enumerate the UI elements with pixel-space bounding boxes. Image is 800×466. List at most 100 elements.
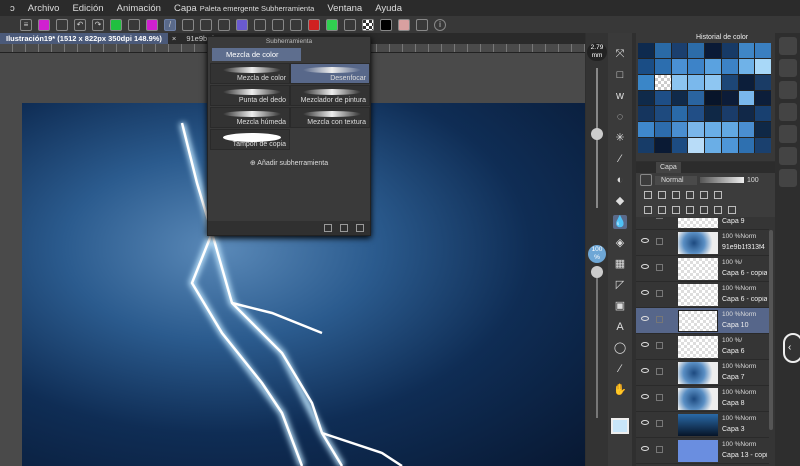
layer-checkbox[interactable] — [656, 368, 663, 375]
page-icon[interactable] — [416, 18, 428, 31]
subtool-mezclador-de-pintura[interactable]: Mezclador de pintura — [290, 85, 370, 106]
grid-icon[interactable] — [254, 18, 266, 31]
transparent-icon[interactable] — [362, 18, 374, 31]
color-history-swatch[interactable] — [688, 43, 704, 58]
text-tool-icon[interactable]: A — [613, 320, 627, 334]
layer-row[interactable]: 100 %Norm Capa 8 — [636, 386, 769, 412]
color-history-swatch[interactable] — [755, 58, 771, 74]
color-history-swatch[interactable] — [721, 122, 738, 138]
color-history-swatch[interactable] — [671, 90, 688, 106]
mask-enable-icon[interactable] — [714, 190, 722, 199]
camera-icon[interactable] — [56, 18, 68, 31]
blend-tool-icon[interactable]: 💧 — [613, 215, 627, 229]
flip-icon[interactable] — [290, 18, 302, 31]
color-history-swatch[interactable] — [671, 58, 688, 74]
layer-opacity-slider[interactable] — [700, 177, 744, 183]
color-history-swatch[interactable] — [721, 74, 738, 90]
layer-row[interactable]: 100 %Norm Capa 10 — [636, 308, 769, 334]
color-history-swatch[interactable] — [671, 106, 688, 122]
color-history-swatch[interactable] — [705, 90, 721, 106]
color-history-swatch[interactable] — [638, 58, 654, 74]
merge-icon[interactable] — [700, 205, 708, 214]
fill-icon[interactable] — [146, 18, 158, 31]
layer-mask-icon[interactable] — [714, 205, 722, 214]
color-history-swatch[interactable] — [688, 106, 704, 122]
eye-icon[interactable] — [641, 368, 649, 373]
color-history-swatch[interactable] — [738, 58, 755, 74]
layer-row[interactable]: Capa 9 — [636, 218, 769, 230]
color-history-swatch[interactable] — [755, 122, 771, 138]
menu-ayuda[interactable]: Ayuda — [375, 3, 402, 14]
undo-icon[interactable]: ↶ — [74, 18, 86, 31]
color-history-swatch[interactable] — [755, 106, 771, 122]
layer-checkbox[interactable] — [656, 446, 663, 453]
eye-icon[interactable] — [641, 238, 649, 243]
color-history-swatch[interactable] — [721, 90, 738, 106]
menu-edicion[interactable]: Edición — [72, 3, 103, 14]
color-history-swatch[interactable] — [721, 138, 738, 153]
new-raster-layer-icon[interactable] — [644, 205, 652, 214]
draft-icon[interactable] — [672, 190, 680, 199]
mask-icon[interactable] — [344, 18, 356, 31]
color-history-swatch[interactable] — [738, 74, 755, 90]
magic-wand-icon[interactable]: ✳ — [613, 131, 627, 145]
menu-animacion[interactable]: Animación — [117, 3, 161, 14]
pink-icon[interactable] — [398, 18, 410, 31]
hand-icon[interactable]: ✋ — [613, 383, 627, 397]
subtool-desenfocar[interactable]: Desenfocar — [290, 63, 370, 84]
gradient-icon[interactable]: ▦ — [613, 257, 627, 271]
color-history-swatch[interactable] — [638, 90, 654, 106]
color-history-swatch[interactable] — [688, 58, 704, 74]
layer-checkbox[interactable] — [656, 342, 663, 349]
subtool-group-mezcla[interactable]: Mezcla de color — [212, 48, 301, 61]
menu-ventana[interactable]: Ventana — [327, 3, 362, 14]
layers-icon[interactable] — [218, 18, 230, 31]
color-history-swatch[interactable] — [688, 138, 704, 153]
layer-checkbox[interactable] — [656, 420, 663, 427]
subtool-punta-del-dedo[interactable]: Punta del dedo — [210, 85, 290, 106]
pen-icon[interactable] — [656, 316, 663, 323]
panel-icon-2[interactable] — [778, 59, 797, 77]
new-folder-icon[interactable] — [672, 205, 680, 214]
layer-checkbox[interactable] — [656, 290, 663, 297]
layer-row[interactable]: 100 %Norm Capa 6 - copia — [636, 282, 769, 308]
layer-checkbox[interactable] — [656, 264, 663, 271]
color-history-swatch[interactable] — [705, 138, 721, 153]
color-history-swatch[interactable] — [638, 122, 654, 138]
lock-icon[interactable] — [686, 190, 694, 199]
color-history-swatch[interactable] — [638, 74, 654, 90]
add-subtool-button[interactable]: ⊕ Añadir subherramienta — [208, 159, 370, 167]
color-history-swatch[interactable] — [671, 74, 688, 90]
color-history-swatch[interactable] — [755, 138, 771, 153]
color-history-swatch[interactable] — [705, 58, 721, 74]
color-history-swatch[interactable] — [654, 122, 671, 138]
green-icon[interactable] — [326, 18, 338, 31]
eye-icon[interactable] — [641, 290, 649, 295]
color-history-swatch[interactable] — [738, 90, 755, 106]
color-history-swatch[interactable] — [721, 43, 738, 58]
selection-icon[interactable] — [110, 18, 122, 31]
eyedropper-icon[interactable] — [200, 18, 212, 31]
frame-icon[interactable]: ▣ — [613, 299, 627, 313]
figure-icon[interactable]: ◸ — [613, 278, 627, 292]
panel-icon-1[interactable] — [778, 37, 797, 55]
layer-checkbox[interactable] — [656, 394, 663, 401]
ruler-tool-icon[interactable]: ∕ — [613, 362, 627, 376]
color-history-swatch[interactable] — [738, 43, 755, 58]
crop-icon[interactable] — [272, 18, 284, 31]
subtool-mezcla-humeda[interactable]: Mezcla húmeda — [210, 107, 290, 128]
layer-row[interactable]: 100 %Norm Capa 13 - copia — [636, 438, 769, 464]
delete-layer-icon[interactable] — [728, 205, 736, 214]
layer-row[interactable]: 100 %/ Capa 6 - copia — [636, 256, 769, 282]
duplicate-icon[interactable] — [340, 224, 348, 232]
move-tool-icon[interactable]: ⤧ — [613, 47, 627, 61]
opacity-knob[interactable] — [591, 266, 603, 278]
layer-opacity-value[interactable]: 100 — [747, 177, 759, 184]
color-history-swatch[interactable] — [671, 122, 688, 138]
subtool-tampon-de-copia[interactable]: Tampón de copia — [210, 129, 290, 150]
subtool-mezcla-con-textura[interactable]: Mezcla con textura — [290, 107, 370, 128]
color-history-swatch[interactable] — [654, 43, 671, 58]
color-history-swatch[interactable] — [755, 43, 771, 58]
panel-icon-5[interactable] — [778, 125, 797, 143]
color-history-swatch[interactable] — [738, 138, 755, 153]
